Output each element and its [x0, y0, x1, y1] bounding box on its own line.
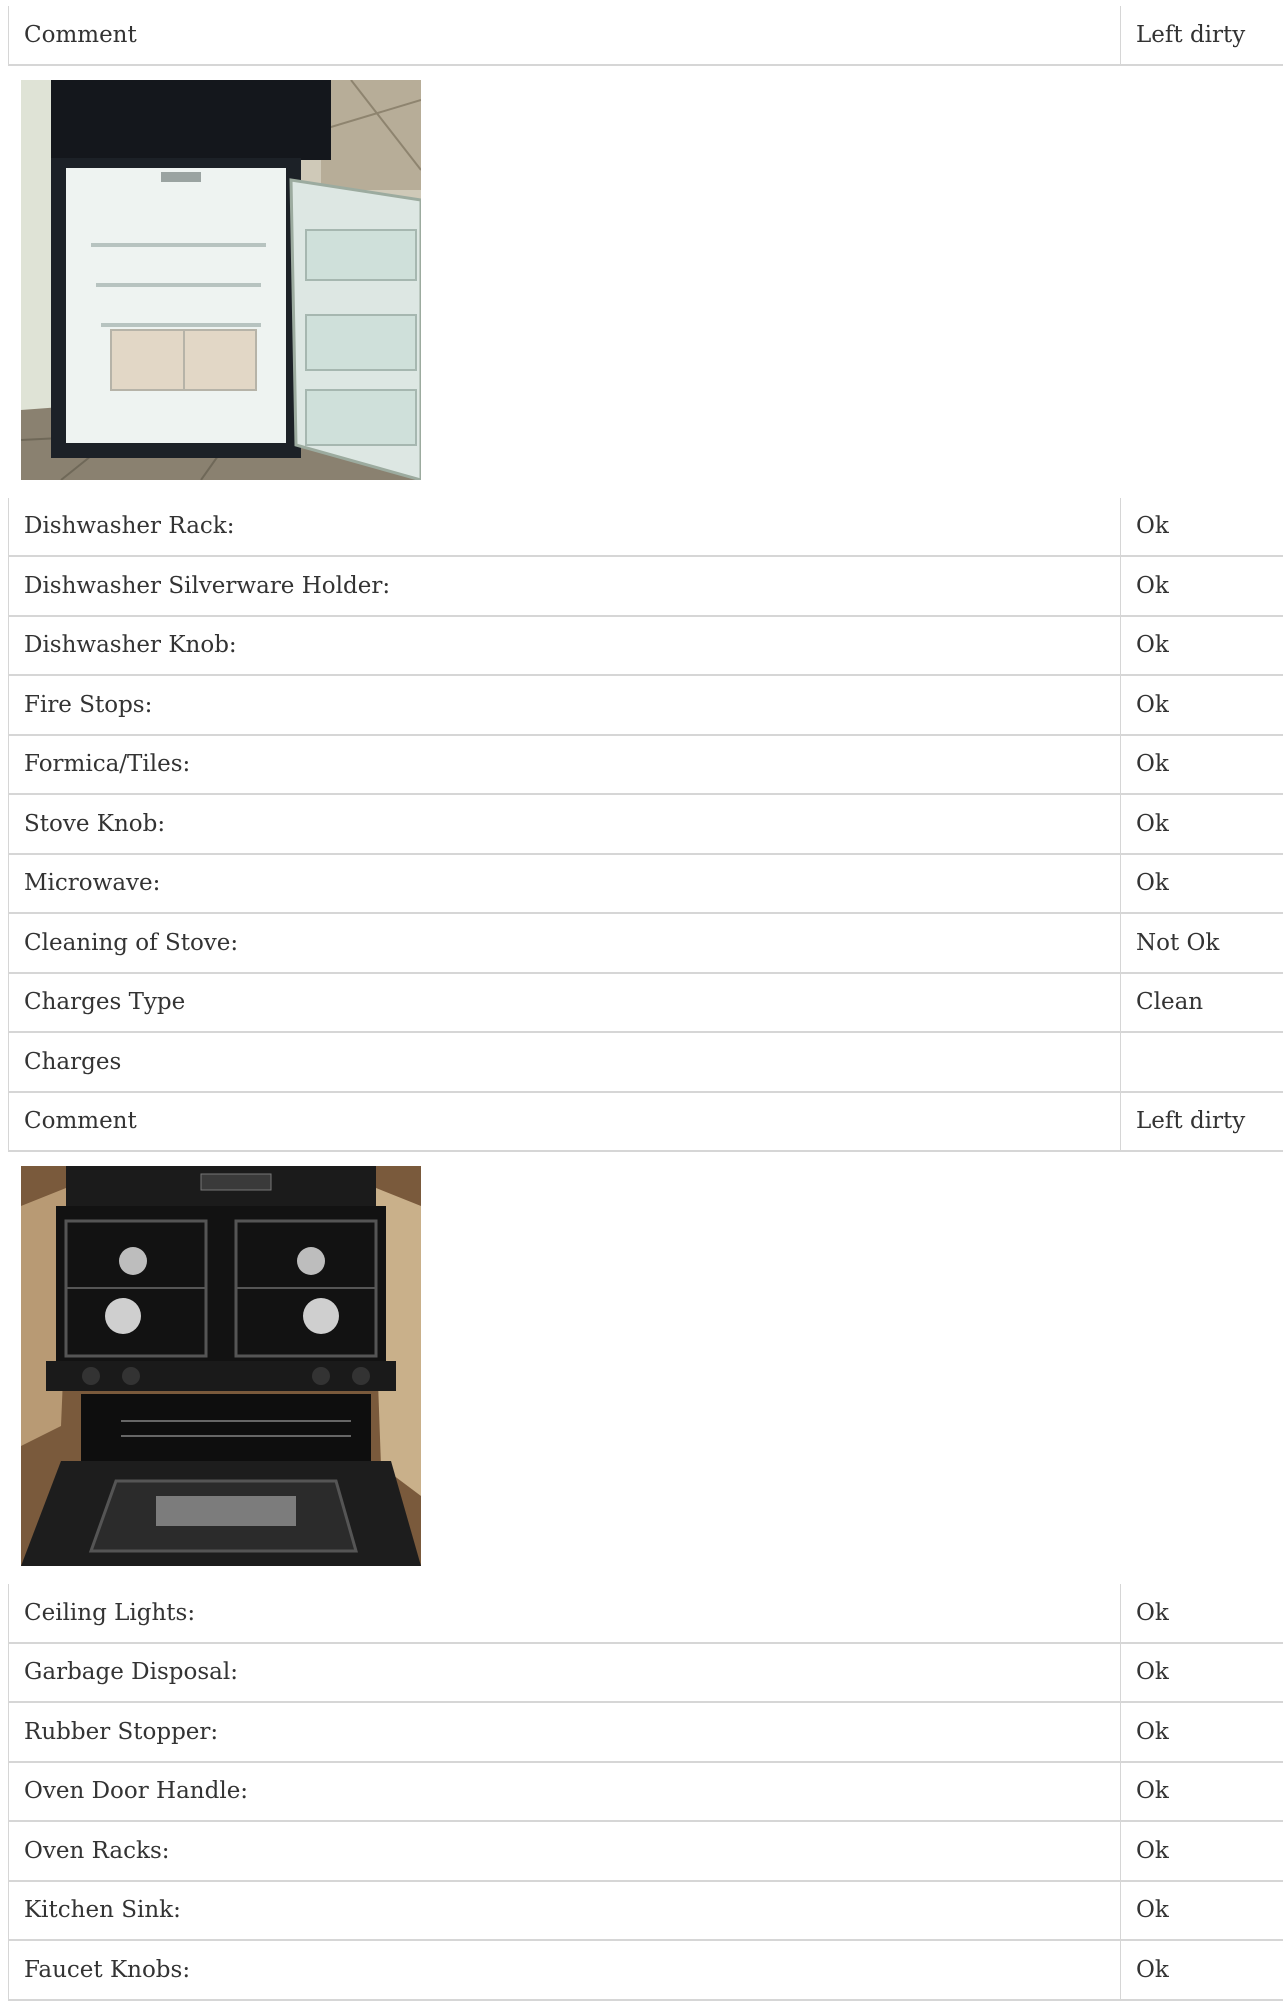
row-value: Ok	[1121, 556, 1283, 616]
table-row: Oven Door Handle: Ok	[9, 1762, 1283, 1822]
inspection-table-0: Comment Left dirty	[8, 6, 1283, 66]
row-value	[1121, 1032, 1283, 1092]
row-value: Ok	[1121, 854, 1283, 914]
table-row: Charges	[9, 1032, 1283, 1092]
row-value: Ok	[1121, 1821, 1283, 1881]
table-row: Dishwasher Knob: Ok	[9, 616, 1283, 676]
table-row: Faucet Knobs: Ok	[9, 1940, 1283, 2000]
row-value: Ok	[1121, 1584, 1283, 1643]
row-value: Ok	[1121, 616, 1283, 676]
stove-photo[interactable]	[21, 1166, 421, 1566]
table-row: Formica/Tiles: Ok	[9, 735, 1283, 795]
row-value: Ok	[1121, 1702, 1283, 1762]
row-label: Cleaning of Stove:	[9, 913, 1121, 973]
row-label: Fire Stops:	[9, 675, 1121, 735]
table-row: Fire Stops: Ok	[9, 675, 1283, 735]
row-label: Ceiling Lights:	[9, 1584, 1121, 1643]
table-row: Comment Left dirty	[9, 6, 1283, 65]
row-label: Dishwasher Rack:	[9, 498, 1121, 557]
table-row: Ceiling Lights: Ok	[9, 1584, 1283, 1643]
table-row: Rubber Stopper: Ok	[9, 1702, 1283, 1762]
row-label: Formica/Tiles:	[9, 735, 1121, 795]
row-label: Stove Knob:	[9, 794, 1121, 854]
row-label: Comment	[9, 1092, 1121, 1152]
row-label: Microwave:	[9, 854, 1121, 914]
row-label: Faucet Knobs:	[9, 1940, 1121, 2000]
row-value: Not Ok	[1121, 913, 1283, 973]
stove-photo-icon	[21, 1166, 421, 1566]
photo-row-0	[8, 66, 1283, 498]
row-value: Ok	[1121, 1762, 1283, 1822]
row-label: Kitchen Sink:	[9, 1881, 1121, 1941]
table-row: Garbage Disposal: Ok	[9, 1643, 1283, 1703]
inspection-table-1: Dishwasher Rack: Ok Dishwasher Silverwar…	[8, 498, 1283, 1153]
table-row: Stove Knob: Ok	[9, 794, 1283, 854]
row-label: Dishwasher Knob:	[9, 616, 1121, 676]
row-value: Left dirty	[1121, 6, 1283, 65]
row-label: Oven Racks:	[9, 1821, 1121, 1881]
row-label: Dishwasher Silverware Holder:	[9, 556, 1121, 616]
photo-row-1	[8, 1152, 1283, 1584]
row-value: Ok	[1121, 498, 1283, 557]
refrigerator-photo-icon	[21, 80, 421, 480]
table-row: Charges Type Clean	[9, 973, 1283, 1033]
row-value: Ok	[1121, 675, 1283, 735]
row-value: Ok	[1121, 735, 1283, 795]
row-value: Ok	[1121, 1940, 1283, 2000]
row-label: Oven Door Handle:	[9, 1762, 1121, 1822]
table-row: Comment Left dirty	[9, 1092, 1283, 1152]
refrigerator-photo[interactable]	[21, 80, 421, 480]
inspection-table-2: Ceiling Lights: Ok Garbage Disposal: Ok …	[8, 1584, 1283, 2001]
row-value: Clean	[1121, 973, 1283, 1033]
row-value: Ok	[1121, 794, 1283, 854]
row-value: Left dirty	[1121, 1092, 1283, 1152]
row-label: Rubber Stopper:	[9, 1702, 1121, 1762]
table-row: Microwave: Ok	[9, 854, 1283, 914]
row-label: Charges Type	[9, 973, 1121, 1033]
row-value: Ok	[1121, 1881, 1283, 1941]
table-row: Kitchen Sink: Ok	[9, 1881, 1283, 1941]
table-row: Cleaning of Stove: Not Ok	[9, 913, 1283, 973]
table-row: Oven Racks: Ok	[9, 1821, 1283, 1881]
table-row: Dishwasher Silverware Holder: Ok	[9, 556, 1283, 616]
inspection-report: Comment Left dirty	[8, 6, 1283, 2001]
row-label: Garbage Disposal:	[9, 1643, 1121, 1703]
row-value: Ok	[1121, 1643, 1283, 1703]
row-label: Comment	[9, 6, 1121, 65]
table-row: Dishwasher Rack: Ok	[9, 498, 1283, 557]
row-label: Charges	[9, 1032, 1121, 1092]
